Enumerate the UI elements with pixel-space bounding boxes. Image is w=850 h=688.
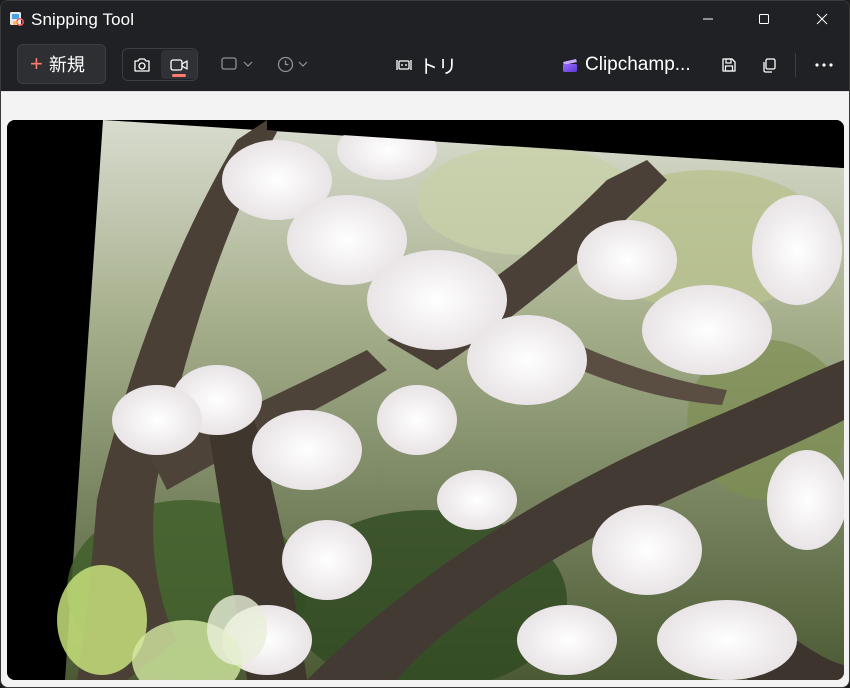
plus-icon: +: [30, 51, 43, 76]
maximize-icon: [759, 14, 769, 24]
capture-mode-toggle: [122, 48, 198, 81]
toolbar: + 新規 ト Clipchamp...: [1, 37, 849, 93]
screenshot-mode-button[interactable]: [124, 50, 160, 79]
record-mode-button[interactable]: [161, 50, 197, 79]
video-camera-icon: [170, 58, 188, 71]
capture-canvas: [1, 103, 849, 687]
clock-icon: [277, 56, 294, 72]
clipchamp-button-label: Clipchamp...: [585, 54, 691, 75]
toolbar-separator: [1, 91, 849, 103]
trim-button[interactable]: トリム: [395, 50, 455, 80]
snipping-tool-window: Snipping Tool + 新規 ト Clipchamp...: [0, 0, 850, 688]
window-title: Snipping Tool: [31, 10, 135, 29]
more-options-button[interactable]: [808, 50, 840, 80]
trim-button-label: トリム: [419, 56, 455, 78]
minimize-button[interactable]: [679, 1, 737, 37]
chevron-down-icon: [243, 61, 253, 67]
delay-timer-dropdown[interactable]: [277, 51, 308, 77]
save-button[interactable]: [713, 50, 745, 80]
toolbar-divider: [795, 53, 796, 77]
snip-shape-dropdown[interactable]: [221, 51, 253, 77]
copy-button[interactable]: [753, 50, 785, 80]
clipchamp-icon: [563, 59, 577, 72]
snipping-tool-app-icon: [10, 12, 24, 26]
close-button[interactable]: [793, 1, 849, 37]
new-button-label: 新規: [48, 55, 85, 75]
cherry-blossom-video-frame: [7, 120, 844, 680]
minimize-icon: [703, 18, 713, 20]
maximize-button[interactable]: [735, 1, 793, 37]
save-icon: [722, 58, 736, 72]
camera-icon: [134, 57, 150, 72]
selected-mode-indicator: [172, 74, 186, 77]
copy-icon: [763, 58, 776, 73]
chevron-down-icon: [298, 61, 308, 67]
title-bar: Snipping Tool: [1, 1, 849, 37]
close-icon: [816, 13, 828, 25]
clipchamp-button[interactable]: Clipchamp...: [561, 50, 691, 80]
video-preview[interactable]: [7, 120, 844, 680]
more-icon: [815, 63, 833, 67]
rectangle-snip-icon: [221, 57, 237, 70]
trim-icon: [396, 60, 412, 70]
new-button[interactable]: + 新規: [17, 44, 106, 84]
